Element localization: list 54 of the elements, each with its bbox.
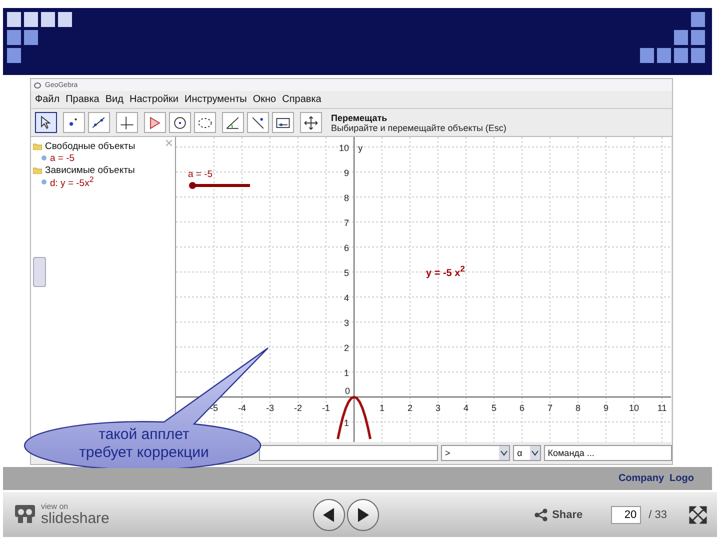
- x-tick-label: 7: [548, 403, 553, 413]
- menu-item[interactable]: Вид: [105, 94, 124, 105]
- group-label[interactable]: Свободные объекты: [45, 140, 136, 152]
- brand-caption: view on: [41, 503, 70, 511]
- page-number-field[interactable]: 20: [610, 506, 641, 524]
- y-tick-label: 8: [344, 193, 350, 203]
- brand-name: slideshare: [41, 511, 110, 526]
- y-tick-label: 3: [344, 318, 350, 328]
- x-tick-label: 6: [520, 403, 525, 413]
- y-tick-label: 1: [344, 368, 350, 378]
- x-tick-label: -1: [322, 403, 330, 413]
- callout-text: такой апплет требует коррекции: [78, 426, 210, 462]
- x-tick-label: 1: [380, 403, 385, 413]
- x-tick-label: 10: [629, 403, 640, 413]
- y-tick-label: 2: [344, 343, 350, 353]
- tool-name: Перемещать: [331, 112, 388, 122]
- menu-item[interactable]: Файл: [35, 94, 60, 105]
- greek-dropdown[interactable]: α: [513, 444, 541, 460]
- x-tick-label: 5: [492, 403, 497, 413]
- y-tick-label: 5: [344, 268, 350, 278]
- share-button[interactable]: Share: [534, 508, 583, 522]
- y-tick-label: 4: [344, 293, 350, 303]
- page-total: / 33: [648, 508, 667, 520]
- axis-label: y: [358, 143, 363, 153]
- company-logo: Company Logo: [618, 473, 694, 484]
- x-tick-label: 11: [657, 403, 667, 413]
- origin-label: 0: [345, 386, 350, 396]
- x-tick-label: 8: [576, 403, 581, 413]
- function-label: y = -5 x$^{2}$: [426, 264, 465, 280]
- y-tick-label: 9: [344, 168, 350, 178]
- x-tick-label: 3: [436, 403, 441, 413]
- x-tick-label: 4: [464, 403, 469, 413]
- command-dropdown[interactable]: Команда ...: [544, 444, 672, 460]
- menu-item[interactable]: Инструменты: [184, 94, 247, 105]
- x-tick-label: -5: [210, 403, 218, 413]
- x-tick-label: -3: [266, 403, 274, 413]
- object-label[interactable]: d: y = -5x$^{2}$: [50, 174, 94, 190]
- y-tick-label: 7: [344, 218, 350, 228]
- y-tick-label: 1: [344, 418, 350, 428]
- x-tick-label: -4: [238, 403, 246, 413]
- symbol-dropdown[interactable]: >: [441, 444, 510, 460]
- object-label[interactable]: a = -5: [50, 152, 75, 164]
- slider-label: a = -5: [188, 169, 213, 180]
- menu-item[interactable]: Настройки: [129, 94, 179, 105]
- x-tick-label: -2: [294, 403, 302, 413]
- menu-item[interactable]: Правка: [66, 94, 100, 105]
- menu-item[interactable]: Окно: [252, 94, 276, 105]
- x-tick-label: 2: [408, 403, 413, 413]
- group-label[interactable]: Зависимые объекты: [45, 164, 135, 176]
- y-tick-label: 10: [339, 143, 350, 153]
- tool-hint: Выбирайте и перемещайте объекты (Esc): [331, 122, 506, 132]
- x-tick-label: 9: [604, 403, 609, 413]
- menu-item[interactable]: Справка: [282, 94, 322, 105]
- y-tick-label: 6: [344, 243, 350, 253]
